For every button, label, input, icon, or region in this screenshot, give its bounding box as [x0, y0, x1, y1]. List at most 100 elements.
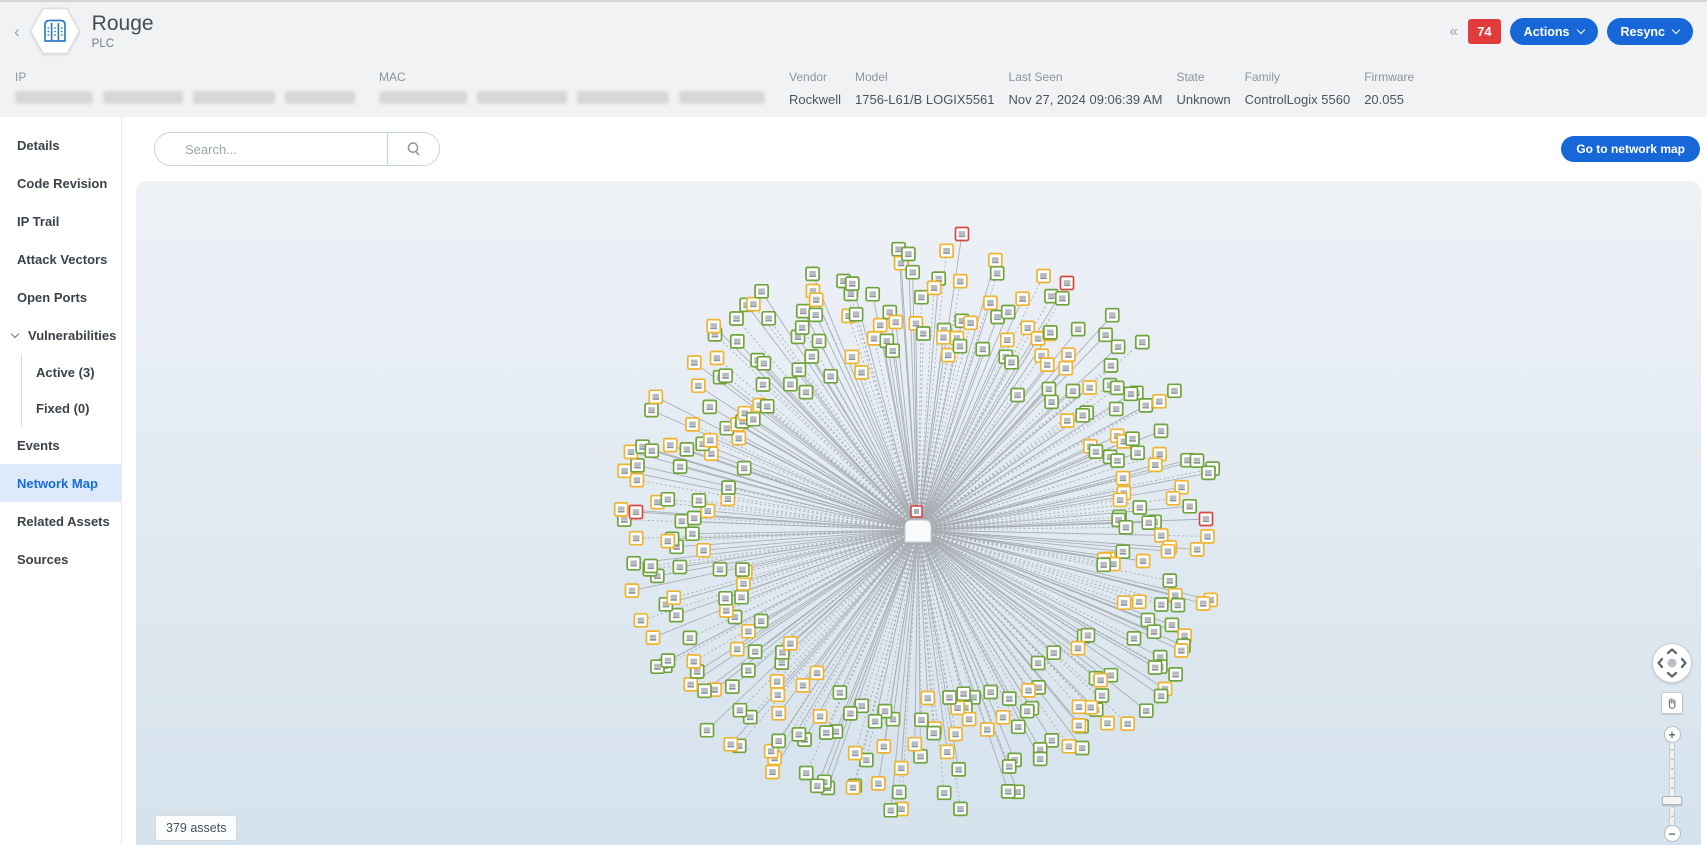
graph-node[interactable]: [908, 738, 921, 751]
graph-node[interactable]: [1011, 389, 1024, 402]
graph-node[interactable]: [684, 678, 697, 691]
sidebar-item-active-3[interactable]: Active (3): [22, 354, 121, 390]
graph-node[interactable]: [1061, 414, 1074, 427]
graph-node[interactable]: [797, 305, 810, 318]
sidebar-item-related-assets[interactable]: Related Assets: [0, 502, 121, 540]
resync-button[interactable]: Resync: [1607, 18, 1693, 45]
graph-node[interactable]: [1099, 328, 1112, 341]
graph-node[interactable]: [805, 350, 818, 363]
graph-node[interactable]: [1169, 668, 1182, 681]
graph-node[interactable]: [722, 481, 735, 494]
graph-node[interactable]: [1119, 521, 1132, 534]
graph-node[interactable]: [730, 312, 743, 325]
graph-node[interactable]: [762, 312, 775, 325]
pan-control[interactable]: [1652, 643, 1692, 683]
graph-node[interactable]: [1021, 705, 1034, 718]
graph-node[interactable]: [687, 655, 700, 668]
graph-node[interactable]: [703, 400, 716, 413]
graph-node[interactable]: [1095, 689, 1108, 702]
graph-node[interactable]: [1034, 752, 1047, 765]
graph-node[interactable]: [1094, 674, 1107, 687]
graph-node[interactable]: [680, 443, 693, 456]
graph-node[interactable]: [766, 766, 779, 779]
graph-node[interactable]: [940, 244, 953, 257]
graph-node[interactable]: [1162, 545, 1175, 558]
graph-node[interactable]: [1037, 270, 1050, 283]
graph-node[interactable]: [698, 684, 711, 697]
graph-node[interactable]: [868, 332, 881, 345]
sidebar-item-attack-vectors[interactable]: Attack Vectors: [0, 240, 121, 278]
graph-node[interactable]: [771, 688, 784, 701]
graph-node[interactable]: [800, 386, 813, 399]
graph-node[interactable]: [1012, 720, 1025, 733]
graph-node[interactable]: [1097, 558, 1110, 571]
graph-node[interactable]: [615, 503, 628, 516]
network-map-canvas[interactable]: 379 assets: [136, 181, 1701, 845]
graph-node[interactable]: [1001, 333, 1014, 346]
graph-node[interactable]: [811, 666, 824, 679]
graph-node[interactable]: [736, 563, 749, 576]
sidebar-item-events[interactable]: Events: [0, 426, 121, 464]
graph-node[interactable]: [626, 584, 639, 597]
graph-node[interactable]: [943, 691, 956, 704]
graph-node[interactable]: [688, 512, 701, 525]
graph-node[interactable]: [757, 378, 770, 391]
graph-node[interactable]: [1090, 445, 1103, 458]
graph-node[interactable]: [1142, 516, 1155, 529]
graph-node[interactable]: [1175, 644, 1188, 657]
graph-node[interactable]: [1183, 500, 1196, 513]
graph-node[interactable]: [850, 308, 863, 321]
graph-node[interactable]: [720, 604, 733, 617]
graph-node[interactable]: [1200, 513, 1213, 526]
graph-node[interactable]: [1114, 493, 1127, 506]
graph-node[interactable]: [1117, 472, 1130, 485]
graph-node[interactable]: [1149, 661, 1162, 674]
graph-node[interactable]: [984, 296, 997, 309]
back-icon[interactable]: ‹: [14, 23, 20, 40]
sidebar-item-open-ports[interactable]: Open Ports: [0, 278, 121, 316]
graph-node[interactable]: [1201, 530, 1214, 543]
graph-node[interactable]: [784, 378, 797, 391]
graph-node[interactable]: [1062, 740, 1075, 753]
graph-node[interactable]: [989, 254, 1002, 267]
graph-node[interactable]: [1131, 446, 1144, 459]
graph-node[interactable]: [675, 515, 688, 528]
graph-node[interactable]: [1165, 618, 1178, 631]
graph-node[interactable]: [747, 413, 760, 426]
graph-node[interactable]: [664, 439, 677, 452]
graph-node[interactable]: [630, 532, 643, 545]
sidebar-item-code-revision[interactable]: Code Revision: [0, 164, 121, 202]
graph-node[interactable]: [707, 320, 720, 333]
network-graph[interactable]: [136, 181, 1701, 845]
graph-node[interactable]: [847, 781, 860, 794]
graph-node[interactable]: [991, 267, 1004, 280]
graph-node[interactable]: [661, 535, 674, 548]
graph-node[interactable]: [937, 331, 950, 344]
graph-node[interactable]: [661, 493, 674, 506]
graph-node[interactable]: [928, 281, 941, 294]
graph-node[interactable]: [1073, 700, 1086, 713]
graph-node[interactable]: [877, 740, 890, 753]
graph-node[interactable]: [849, 747, 862, 760]
sidebar-item-details[interactable]: Details: [0, 126, 121, 164]
graph-node[interactable]: [724, 738, 737, 751]
graph-node[interactable]: [1044, 326, 1057, 339]
graph-node[interactable]: [814, 710, 827, 723]
graph-node[interactable]: [1137, 555, 1150, 568]
graph-node[interactable]: [1061, 277, 1074, 290]
zoom-slider-handle[interactable]: [1662, 796, 1682, 805]
graph-node[interactable]: [1110, 403, 1123, 416]
graph-node[interactable]: [1022, 684, 1035, 697]
graph-node[interactable]: [997, 711, 1010, 724]
graph-node[interactable]: [1136, 336, 1149, 349]
go-to-network-map-button[interactable]: Go to network map: [1561, 136, 1700, 162]
graph-node[interactable]: [1045, 395, 1058, 408]
search-input[interactable]: [155, 133, 387, 165]
graph-node[interactable]: [1111, 454, 1124, 467]
graph-node[interactable]: [1106, 309, 1119, 322]
graph-node[interactable]: [811, 779, 824, 792]
graph-node[interactable]: [686, 527, 699, 540]
graph-node[interactable]: [792, 363, 805, 376]
graph-node[interactable]: [806, 267, 819, 280]
graph-node[interactable]: [1112, 340, 1125, 353]
